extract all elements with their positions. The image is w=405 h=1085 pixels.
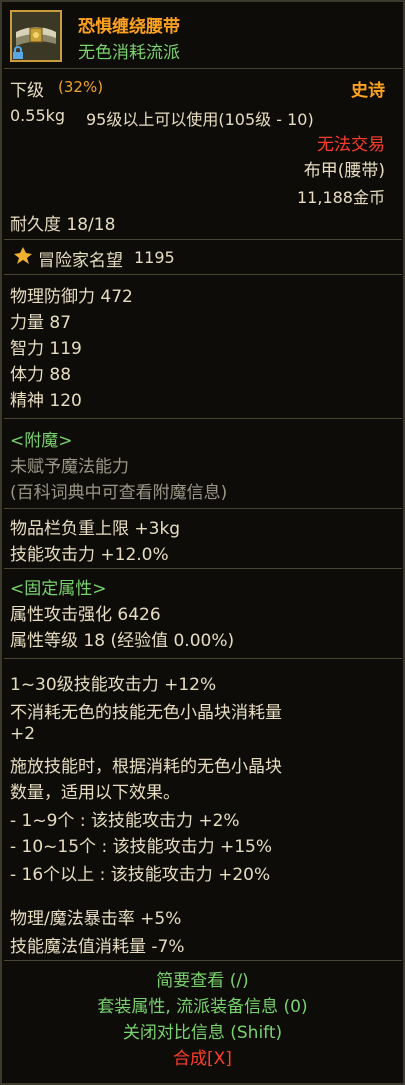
element-level: 属性等级 18 (经验值 0.00%) — [10, 631, 235, 651]
weight: 0.55kg — [10, 106, 66, 125]
divider — [4, 239, 402, 240]
divider — [4, 274, 402, 275]
mp-cost: 技能魔法值消耗量 -7% — [10, 937, 185, 957]
enchant-title: <附魔> — [10, 431, 73, 451]
element-attack: 属性攻击强化 6426 — [10, 605, 161, 625]
divider — [4, 960, 402, 961]
option-line: 1~30级技能攻击力 +12% — [10, 675, 217, 695]
grade-label: 下级 — [10, 81, 44, 101]
stat-defense: 物理防御力 472 — [10, 287, 133, 307]
durability: 耐久度 18/18 — [10, 215, 116, 235]
stat-intelligence: 智力 119 — [10, 339, 82, 359]
fixed-title: <固定属性> — [10, 579, 107, 599]
compose-button[interactable]: 合成[X] — [2, 1044, 403, 1069]
crit-rate: 物理/魔法暴击率 +5% — [10, 909, 182, 929]
price: 11,188金币 — [297, 188, 385, 207]
reputation-value: 1195 — [134, 248, 175, 267]
brief-view-button[interactable]: 简要查看 (/) — [2, 966, 403, 991]
close-compare-button[interactable]: 关闭对比信息 (Shift) — [2, 1018, 403, 1043]
option-line: 不消耗无色的技能无色小晶块消耗量 — [10, 703, 282, 723]
enchant-line: 未赋予魔法能力 — [10, 457, 129, 477]
option-line: 施放技能时，根据消耗的无色小晶块 — [10, 757, 282, 777]
divider — [4, 68, 402, 69]
divider — [4, 418, 402, 419]
option-line: +2 — [10, 724, 36, 744]
rarity-label: 史诗 — [351, 81, 385, 101]
stat-strength: 力量 87 — [10, 313, 72, 333]
item-name: 恐惧缠绕腰带 — [78, 17, 180, 37]
item-type: 布甲(腰带) — [303, 161, 385, 181]
stat-vitality: 体力 88 — [10, 365, 72, 385]
divider — [4, 658, 402, 659]
trade-status: 无法交易 — [317, 135, 385, 155]
reputation-label: 冒险家名望 — [38, 251, 123, 271]
skill-attack: 技能攻击力 +12.0% — [10, 545, 169, 565]
reputation-icon — [14, 247, 32, 264]
lock-icon — [13, 46, 23, 59]
set-info-button[interactable]: 套装属性, 流派装备信息 (0) — [2, 992, 403, 1017]
weight-limit: 物品栏负重上限 +3kg — [10, 519, 181, 539]
option-line: - 1~9个 : 该技能攻击力 +2% — [10, 811, 240, 831]
divider — [4, 508, 402, 509]
option-line: - 10~15个 : 该技能攻击力 +15% — [10, 837, 273, 857]
option-line: 数量，适用以下效果。 — [10, 783, 180, 803]
divider — [4, 568, 402, 569]
stat-spirit: 精神 120 — [10, 391, 82, 411]
item-tooltip: 恐惧缠绕腰带 无色消耗流派 下级 (32%) 史诗 0.55kg 95级以上可以… — [0, 0, 405, 1085]
enchant-hint: (百科词典中可查看附魔信息) — [10, 483, 228, 503]
grade-percent: (32%) — [58, 78, 104, 96]
item-subtitle: 无色消耗流派 — [78, 43, 180, 63]
option-line: - 16个以上 : 该技能攻击力 +20% — [10, 865, 271, 885]
level-requirement: 95级以上可以使用(105级 - 10) — [86, 110, 314, 129]
